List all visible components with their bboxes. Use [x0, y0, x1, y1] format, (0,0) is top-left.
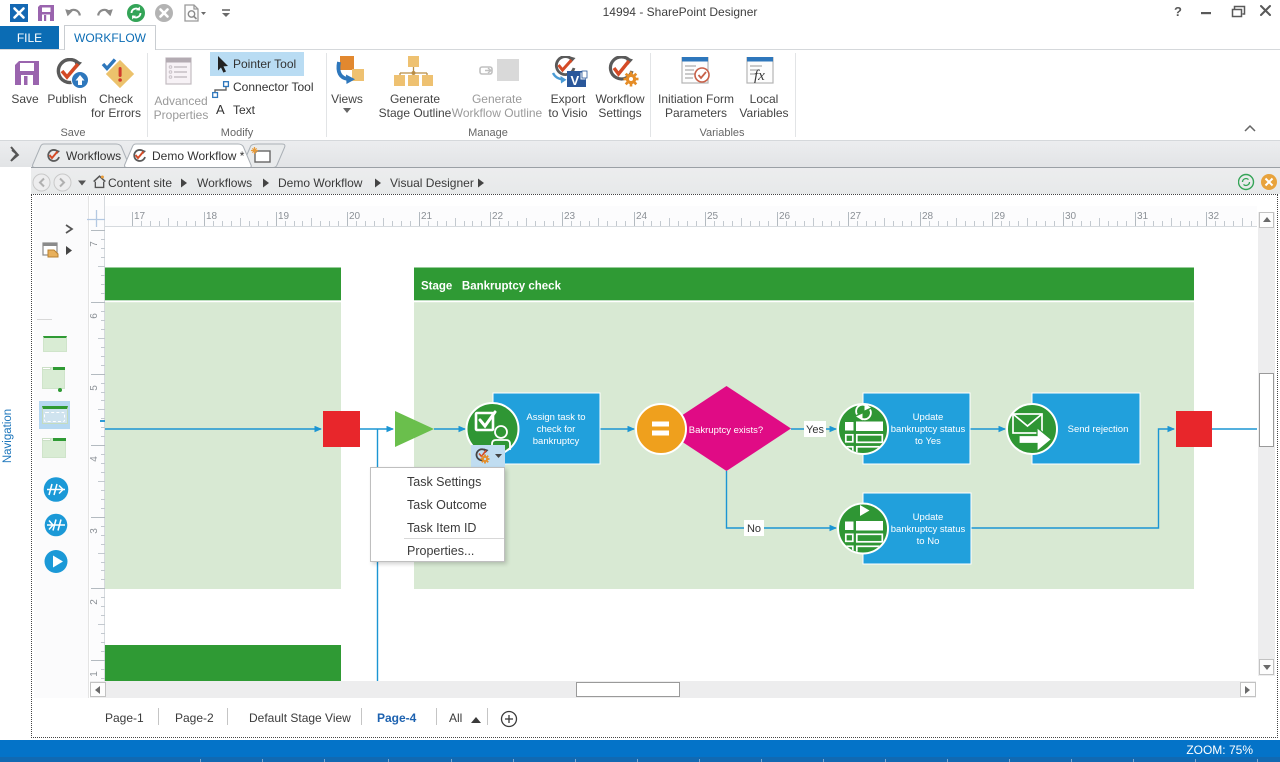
svg-text:Workflows: Workflows	[66, 149, 121, 163]
svg-text:fx: fx	[754, 68, 765, 84]
svg-text:Send rejection: Send rejection	[1068, 424, 1129, 435]
svg-text:Stage Bankruptcy check: Stage Bankruptcy check	[421, 281, 562, 293]
svg-text:to No: to No	[917, 536, 940, 547]
svg-text:Update: Update	[913, 412, 944, 423]
svg-text:?: ?	[1174, 4, 1182, 19]
svg-text:No: No	[747, 523, 761, 535]
svg-text:Yes: Yes	[806, 424, 824, 436]
svg-text:Bakruptcy exists?: Bakruptcy exists?	[689, 425, 763, 436]
svg-text:V: V	[571, 73, 580, 87]
svg-text:bankruptcy status: bankruptcy status	[891, 524, 966, 535]
svg-text:check for: check for	[537, 424, 576, 435]
svg-text:to Yes: to Yes	[915, 436, 941, 447]
svg-text:bankruptcy: bankruptcy	[533, 436, 580, 447]
svg-text:Assign task to: Assign task to	[526, 412, 585, 423]
svg-text:bankruptcy status: bankruptcy status	[891, 424, 966, 435]
svg-text:Update: Update	[913, 512, 944, 523]
svg-text:Demo Workflow *: Demo Workflow *	[152, 149, 245, 163]
